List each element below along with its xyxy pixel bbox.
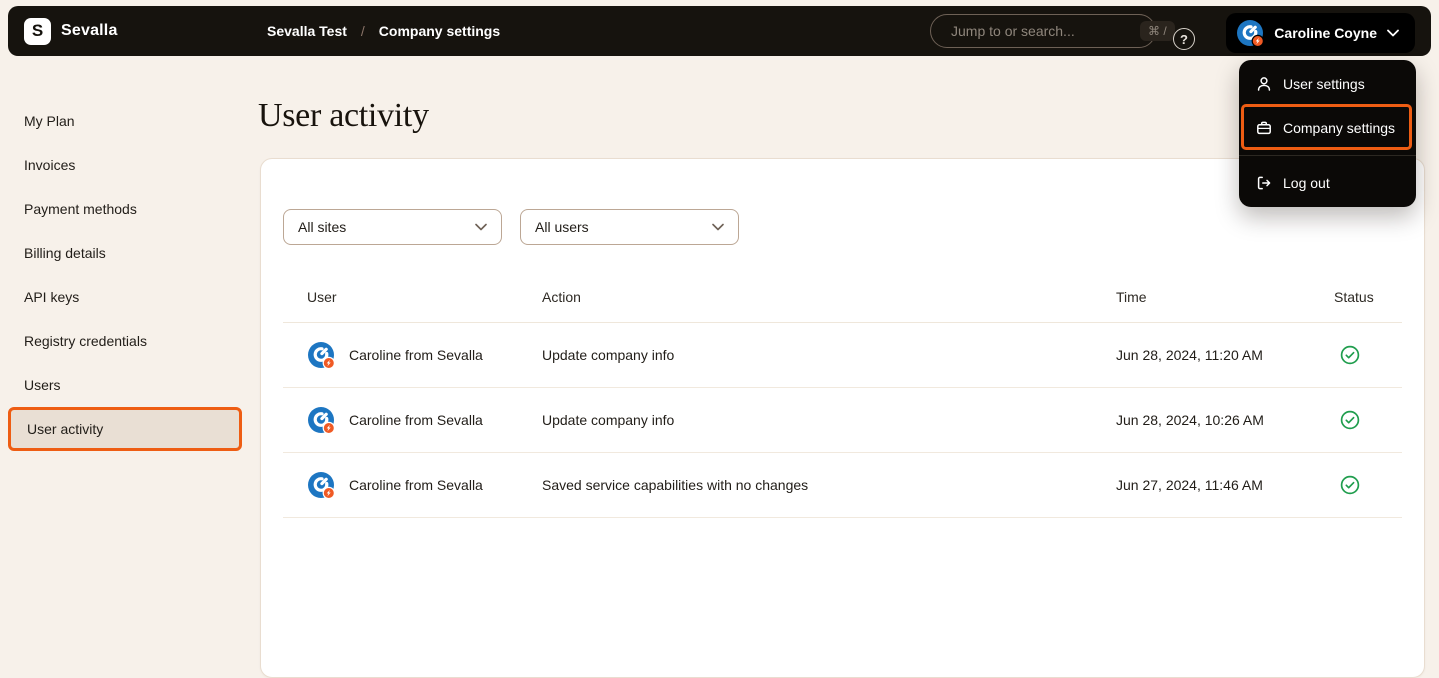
row-status [1334, 345, 1402, 365]
breadcrumb: Sevalla Test / Company settings [267, 6, 500, 56]
sidebar-item-registry-credentials[interactable]: Registry credentials [8, 319, 242, 363]
column-header-user: User [283, 289, 542, 305]
chevron-down-icon [712, 223, 724, 231]
breadcrumb-item-page[interactable]: Company settings [379, 23, 500, 39]
row-action: Saved service capabilities with no chang… [542, 477, 1116, 493]
user-avatar [307, 341, 335, 369]
table-row: Caroline from Sevalla Update company inf… [283, 323, 1402, 388]
menu-item-company-settings[interactable]: Company settings [1239, 106, 1416, 150]
sidebar-item-user-activity[interactable]: User activity [8, 407, 242, 451]
user-avatar [307, 471, 335, 499]
sites-filter-value: All sites [298, 219, 346, 235]
row-user-name: Caroline from Sevalla [349, 347, 483, 363]
sites-filter-select[interactable]: All sites [283, 209, 502, 245]
row-action: Update company info [542, 347, 1116, 363]
breadcrumb-item-company[interactable]: Sevalla Test [267, 23, 347, 39]
brand-name: Sevalla [61, 22, 118, 40]
breadcrumb-separator: / [361, 23, 365, 39]
column-header-status: Status [1334, 289, 1402, 305]
users-filter-select[interactable]: All users [520, 209, 739, 245]
sidebar-item-invoices[interactable]: Invoices [8, 143, 242, 187]
sidebar-item-my-plan[interactable]: My Plan [8, 99, 242, 143]
sidebar-item-label: User activity [27, 421, 103, 437]
column-header-action: Action [542, 289, 1116, 305]
global-search[interactable]: ⌘ / [930, 14, 1156, 48]
user-dropdown-menu: User settings Company settings Log out [1239, 60, 1416, 207]
row-user-name: Caroline from Sevalla [349, 412, 483, 428]
briefcase-icon [1256, 120, 1272, 136]
settings-sidebar: My Plan Invoices Payment methods Billing… [8, 99, 242, 451]
sidebar-item-api-keys[interactable]: API keys [8, 275, 242, 319]
success-check-icon [1340, 345, 1360, 365]
row-time: Jun 27, 2024, 11:46 AM [1116, 477, 1334, 493]
user-activity-card: All sites All users User Action Time Sta… [260, 158, 1425, 678]
sevalla-logo-icon: S [24, 18, 51, 45]
row-user-name: Caroline from Sevalla [349, 477, 483, 493]
sidebar-item-label: Users [24, 377, 61, 393]
help-button[interactable]: ? [1173, 28, 1195, 50]
top-navigation-bar: S Sevalla Sevalla Test / Company setting… [8, 6, 1431, 56]
row-action: Update company info [542, 412, 1116, 428]
table-row: Caroline from Sevalla Saved service capa… [283, 453, 1402, 518]
sidebar-item-label: Invoices [24, 157, 75, 173]
users-filter-value: All users [535, 219, 589, 235]
chevron-down-icon [1387, 29, 1399, 37]
logout-icon [1256, 175, 1272, 191]
sidebar-item-label: Billing details [24, 245, 106, 261]
column-header-time: Time [1116, 289, 1334, 305]
person-icon [1256, 76, 1272, 92]
table-header-row: User Action Time Status [283, 271, 1402, 323]
search-shortcut-badge: ⌘ / [1140, 21, 1175, 41]
sidebar-item-billing-details[interactable]: Billing details [8, 231, 242, 275]
user-avatar [1236, 19, 1264, 47]
table-row: Caroline from Sevalla Update company inf… [283, 388, 1402, 453]
filters-row: All sites All users [283, 209, 1424, 245]
menu-item-log-out[interactable]: Log out [1239, 161, 1416, 205]
search-input[interactable] [951, 23, 1132, 39]
menu-divider [1239, 155, 1416, 156]
row-time: Jun 28, 2024, 10:26 AM [1116, 412, 1334, 428]
sidebar-item-label: API keys [24, 289, 79, 305]
sidebar-item-users[interactable]: Users [8, 363, 242, 407]
menu-item-label: Log out [1283, 175, 1330, 191]
user-name: Caroline Coyne [1274, 25, 1377, 41]
sidebar-item-label: My Plan [24, 113, 75, 129]
page-title: User activity [258, 97, 429, 135]
sidebar-item-payment-methods[interactable]: Payment methods [8, 187, 242, 231]
menu-item-label: Company settings [1283, 120, 1395, 136]
menu-item-label: User settings [1283, 76, 1365, 92]
menu-item-user-settings[interactable]: User settings [1239, 62, 1416, 106]
success-check-icon [1340, 475, 1360, 495]
user-menu-button[interactable]: Caroline Coyne [1226, 13, 1415, 53]
chevron-down-icon [475, 223, 487, 231]
row-status [1334, 410, 1402, 430]
activity-table: User Action Time Status Caroline from Se… [283, 271, 1402, 518]
row-status [1334, 475, 1402, 495]
row-time: Jun 28, 2024, 11:20 AM [1116, 347, 1334, 363]
brand-logo[interactable]: S Sevalla [24, 18, 118, 45]
sidebar-item-label: Payment methods [24, 201, 137, 217]
success-check-icon [1340, 410, 1360, 430]
user-avatar [307, 406, 335, 434]
sidebar-item-label: Registry credentials [24, 333, 147, 349]
